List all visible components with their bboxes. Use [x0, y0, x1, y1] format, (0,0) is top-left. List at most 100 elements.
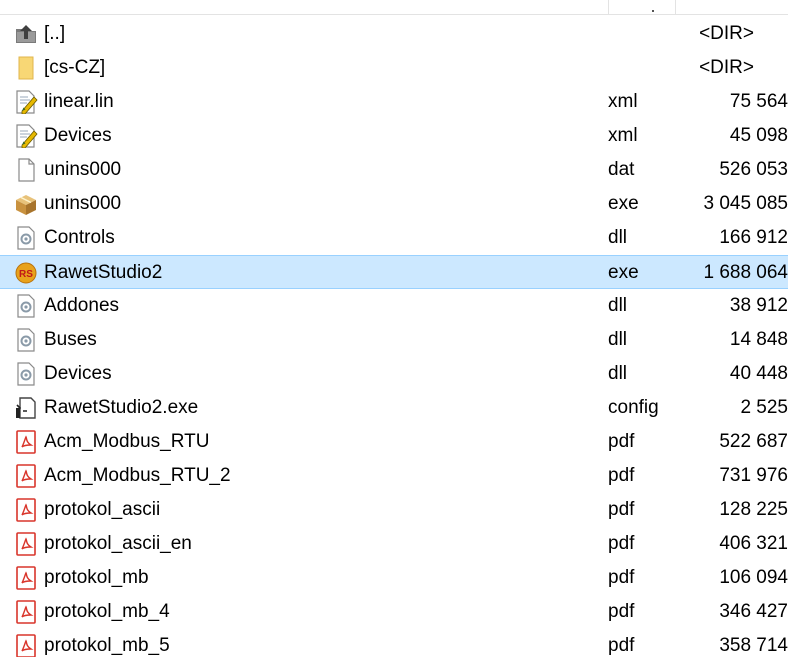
pdf-file-icon: [14, 430, 38, 454]
file-size: 346 427: [719, 601, 788, 622]
pdf-file-icon: [14, 566, 38, 590]
file-name: RawetStudio2: [44, 262, 163, 283]
file-name: Acm_Modbus_RTU: [44, 431, 210, 452]
file-extension: config: [608, 397, 659, 418]
file-extension: exe: [608, 262, 639, 283]
file-list: [..] <DIR> [cs-CZ] <DIR> linear.lin xml 75 564…: [0, 17, 788, 657]
file-name: Devices: [44, 363, 112, 384]
file-name: RawetStudio2.exe: [44, 397, 199, 418]
file-size: <DIR>: [699, 57, 754, 78]
pdf-file-icon: [14, 634, 38, 657]
file-row[interactable]: unins000 dat 526 053: [0, 153, 788, 187]
file-name: protokol_ascii_en: [44, 533, 192, 554]
file-row[interactable]: [..] <DIR>: [0, 17, 788, 51]
file-size: <DIR>: [699, 23, 754, 44]
file-extension: pdf: [608, 499, 635, 520]
file-size: 2 525: [740, 397, 788, 418]
file-extension: dll: [608, 227, 628, 248]
file-row[interactable]: Acm_Modbus_RTU_2 pdf 731 976: [0, 459, 788, 493]
file-row[interactable]: Addones dll 38 912: [0, 289, 788, 323]
pdf-file-icon: [14, 600, 38, 624]
pdf-file-icon: [14, 498, 38, 522]
file-size: 406 321: [719, 533, 788, 554]
file-size: 1 688 064: [703, 262, 788, 283]
file-size: 40 448: [729, 363, 788, 384]
dll-file-icon: [14, 226, 38, 250]
file-name: protokol_ascii: [44, 499, 161, 520]
installer-box-icon: [14, 192, 38, 216]
file-size: 128 225: [719, 499, 788, 520]
file-size: 106 094: [719, 567, 788, 588]
file-name: Acm_Modbus_RTU_2: [44, 465, 231, 486]
file-size: 75 564: [729, 91, 788, 112]
pdf-file-icon: [14, 464, 38, 488]
file-row[interactable]: protokol_ascii pdf 128 225: [0, 493, 788, 527]
file-size: 14 848: [729, 329, 788, 350]
file-list-panel: [..] <DIR> [cs-CZ] <DIR> linear.lin xml 75 564…: [0, 0, 788, 657]
file-name: linear.lin: [44, 91, 114, 112]
xml-file-icon: [14, 124, 38, 148]
file-extension: pdf: [608, 465, 635, 486]
file-size: 522 687: [719, 431, 788, 452]
file-row[interactable]: RS RawetStudio2 exe 1 688 064: [0, 255, 788, 289]
file-row[interactable]: Buses dll 14 848: [0, 323, 788, 357]
file-row[interactable]: [cs-CZ] <DIR>: [0, 51, 788, 85]
file-extension: dll: [608, 295, 628, 316]
file-extension: dll: [608, 329, 628, 350]
file-extension: pdf: [608, 567, 635, 588]
file-row[interactable]: protokol_mb pdf 106 094: [0, 561, 788, 595]
file-row[interactable]: protokol_mb_4 pdf 346 427: [0, 595, 788, 629]
dll-file-icon: [14, 362, 38, 386]
file-name: protokol_mb: [44, 567, 149, 588]
file-row[interactable]: Devices dll 40 448: [0, 357, 788, 391]
file-extension: pdf: [608, 601, 635, 622]
file-extension: dll: [608, 363, 628, 384]
column-divider[interactable]: [675, 0, 676, 14]
file-name: protokol_mb_4: [44, 601, 170, 622]
file-name: [cs-CZ]: [44, 57, 106, 78]
rawet-studio-icon: RS: [14, 261, 38, 285]
file-name: unins000: [44, 193, 122, 214]
file-size: 38 912: [729, 295, 788, 316]
sort-indicator: [652, 10, 654, 12]
file-size: 45 098: [729, 125, 788, 146]
file-row[interactable]: protokol_ascii_en pdf 406 321: [0, 527, 788, 561]
file-size: 731 976: [719, 465, 788, 486]
file-row[interactable]: RawetStudio2.exe config 2 525: [0, 391, 788, 425]
file-row[interactable]: Devices xml 45 098: [0, 119, 788, 153]
file-extension: exe: [608, 193, 639, 214]
file-name: unins000: [44, 159, 122, 180]
file-row[interactable]: linear.lin xml 75 564: [0, 85, 788, 119]
file-row[interactable]: Controls dll 166 912: [0, 221, 788, 255]
file-name: Controls: [44, 227, 115, 248]
file-size: 166 912: [719, 227, 788, 248]
pdf-file-icon: [14, 532, 38, 556]
column-divider[interactable]: [608, 0, 609, 14]
up-folder-icon: [14, 22, 38, 46]
file-name: protokol_mb_5: [44, 635, 170, 656]
file-size: 358 714: [719, 635, 788, 656]
file-name: Buses: [44, 329, 97, 350]
file-extension: xml: [608, 91, 638, 112]
svg-text:RS: RS: [19, 269, 33, 280]
file-row[interactable]: protokol_mb_5 pdf 358 714: [0, 629, 788, 657]
file-size: 3 045 085: [703, 193, 788, 214]
config-file-icon: [14, 396, 38, 420]
dll-file-icon: [14, 294, 38, 318]
xml-file-icon: [14, 90, 38, 114]
file-extension: pdf: [608, 431, 635, 452]
file-size: 526 053: [719, 159, 788, 180]
file-row[interactable]: unins000 exe 3 045 085: [0, 187, 788, 221]
column-header-strip: [0, 0, 788, 15]
file-name: Addones: [44, 295, 120, 316]
file-name: Devices: [44, 125, 112, 146]
file-extension: pdf: [608, 635, 635, 656]
file-extension: pdf: [608, 533, 635, 554]
dll-file-icon: [14, 328, 38, 352]
file-extension: dat: [608, 159, 635, 180]
folder-icon: [14, 56, 38, 80]
blank-file-icon: [14, 158, 38, 182]
file-name: [..]: [44, 23, 66, 44]
file-row[interactable]: Acm_Modbus_RTU pdf 522 687: [0, 425, 788, 459]
file-extension: xml: [608, 125, 638, 146]
